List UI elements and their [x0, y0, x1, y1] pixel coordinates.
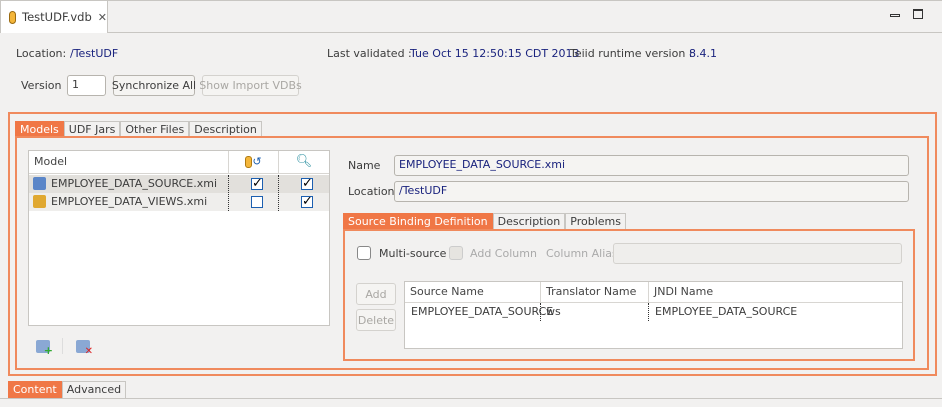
runtime-label: Teiid runtime version :	[570, 47, 693, 60]
tab-content[interactable]: Content	[8, 381, 62, 398]
add-column-checkbox[interactable]	[449, 246, 463, 260]
name-field[interactable]: EMPLOYEE_DATA_SOURCE.xmi	[394, 155, 909, 176]
tab-models[interactable]: Models	[15, 121, 64, 137]
tab-bar-border	[0, 32, 942, 33]
tab-problems[interactable]: Problems	[565, 213, 626, 229]
jndi-name-cell: EMPLOYEE_DATA_SOURCE	[655, 305, 798, 318]
column-translator-name[interactable]: Translator Name	[541, 282, 649, 302]
bottom-border	[0, 398, 942, 399]
source-name-cell: EMPLOYEE_DATA_SOURCE	[411, 305, 554, 318]
column-alias-label: Column Alias	[546, 247, 618, 260]
tab-other-files[interactable]: Other Files	[120, 121, 190, 137]
location-field-label: Location	[348, 185, 395, 198]
tab-source-binding[interactable]: Source Binding Definition	[343, 213, 493, 229]
add-model-button[interactable]: +	[36, 340, 53, 357]
add-button[interactable]: Add	[356, 283, 396, 305]
vdb-icon	[9, 10, 17, 24]
multi-source-checkbox[interactable]	[357, 246, 371, 260]
visible-checkbox[interactable]	[251, 196, 263, 208]
view-model-icon	[33, 195, 46, 208]
synchronize-all-button[interactable]: Synchronize All	[112, 75, 196, 96]
model-name: EMPLOYEE_DATA_VIEWS.xmi	[51, 195, 208, 208]
location-value: /TestUDF	[70, 47, 119, 60]
preview-checkbox[interactable]: ✓	[301, 177, 313, 190]
column-visible[interactable]: ↺	[229, 151, 279, 173]
table-row[interactable]: EMPLOYEE_DATA_SOURCE ws EMPLOYEE_DATA_SO…	[405, 303, 902, 321]
models-table[interactable]: Model ↺ 🔍︎ EMPLOYEE_DATA_SOURCE.xmi ✓ ✓ …	[28, 150, 330, 326]
name-label: Name	[348, 159, 381, 172]
maximize-button[interactable]	[913, 9, 923, 19]
close-icon[interactable]: ✕	[98, 11, 107, 24]
table-row[interactable]: EMPLOYEE_DATA_VIEWS.xmi ✓	[29, 193, 329, 211]
version-input[interactable]: 1	[67, 75, 106, 96]
top-border	[0, 0, 942, 1]
show-import-vdbs-button[interactable]: Show Import VDBs	[199, 75, 302, 96]
column-alias-input[interactable]	[613, 243, 902, 264]
runtime-value: 8.4.1	[689, 47, 717, 60]
minimize-button[interactable]	[890, 14, 900, 17]
column-jndi-name[interactable]: JNDI Name	[649, 282, 902, 302]
last-validated-value: Tue Oct 15 12:50:15 CDT 2013	[410, 47, 580, 60]
editor-tab-title: TestUDF.vdb	[22, 10, 92, 24]
column-source-name[interactable]: Source Name	[405, 282, 541, 302]
model-name: EMPLOYEE_DATA_SOURCE.xmi	[51, 177, 218, 190]
bottom-tabs: Content Advanced	[8, 381, 127, 398]
tab-udf-jars[interactable]: UDF Jars	[63, 121, 121, 137]
column-preview[interactable]: 🔍︎	[279, 151, 329, 173]
version-label: Version	[21, 79, 62, 92]
delete-button[interactable]: Delete	[356, 309, 396, 331]
add-column-label: Add Column	[470, 247, 537, 260]
source-model-icon	[33, 177, 46, 190]
multi-source-label: Multi-source	[379, 247, 447, 260]
column-model[interactable]: Model	[29, 151, 229, 173]
visible-checkbox[interactable]: ✓	[251, 177, 263, 190]
tab-advanced[interactable]: Advanced	[61, 381, 127, 398]
last-validated-label: Last validated :	[327, 47, 412, 60]
main-tabs: Models UDF Jars Other Files Description	[15, 121, 262, 137]
separator	[62, 338, 63, 354]
remove-model-button[interactable]: ✕	[76, 340, 93, 357]
tab-description[interactable]: Description	[189, 121, 262, 137]
translator-name-cell: ws	[546, 305, 561, 318]
preview-checkbox[interactable]: ✓	[301, 195, 313, 208]
location-field[interactable]: /TestUDF	[394, 181, 909, 202]
table-row[interactable]: EMPLOYEE_DATA_SOURCE.xmi ✓ ✓	[29, 175, 329, 193]
magnifier-icon: 🔍︎	[295, 154, 313, 169]
binding-table[interactable]: Source Name Translator Name JNDI Name EM…	[404, 281, 903, 349]
editor-tab[interactable]: TestUDF.vdb ✕	[0, 0, 108, 33]
sub-tabs: Source Binding Definition Description Pr…	[343, 213, 626, 229]
tab-sub-description[interactable]: Description	[492, 213, 566, 229]
location-label: Location:	[16, 47, 67, 60]
